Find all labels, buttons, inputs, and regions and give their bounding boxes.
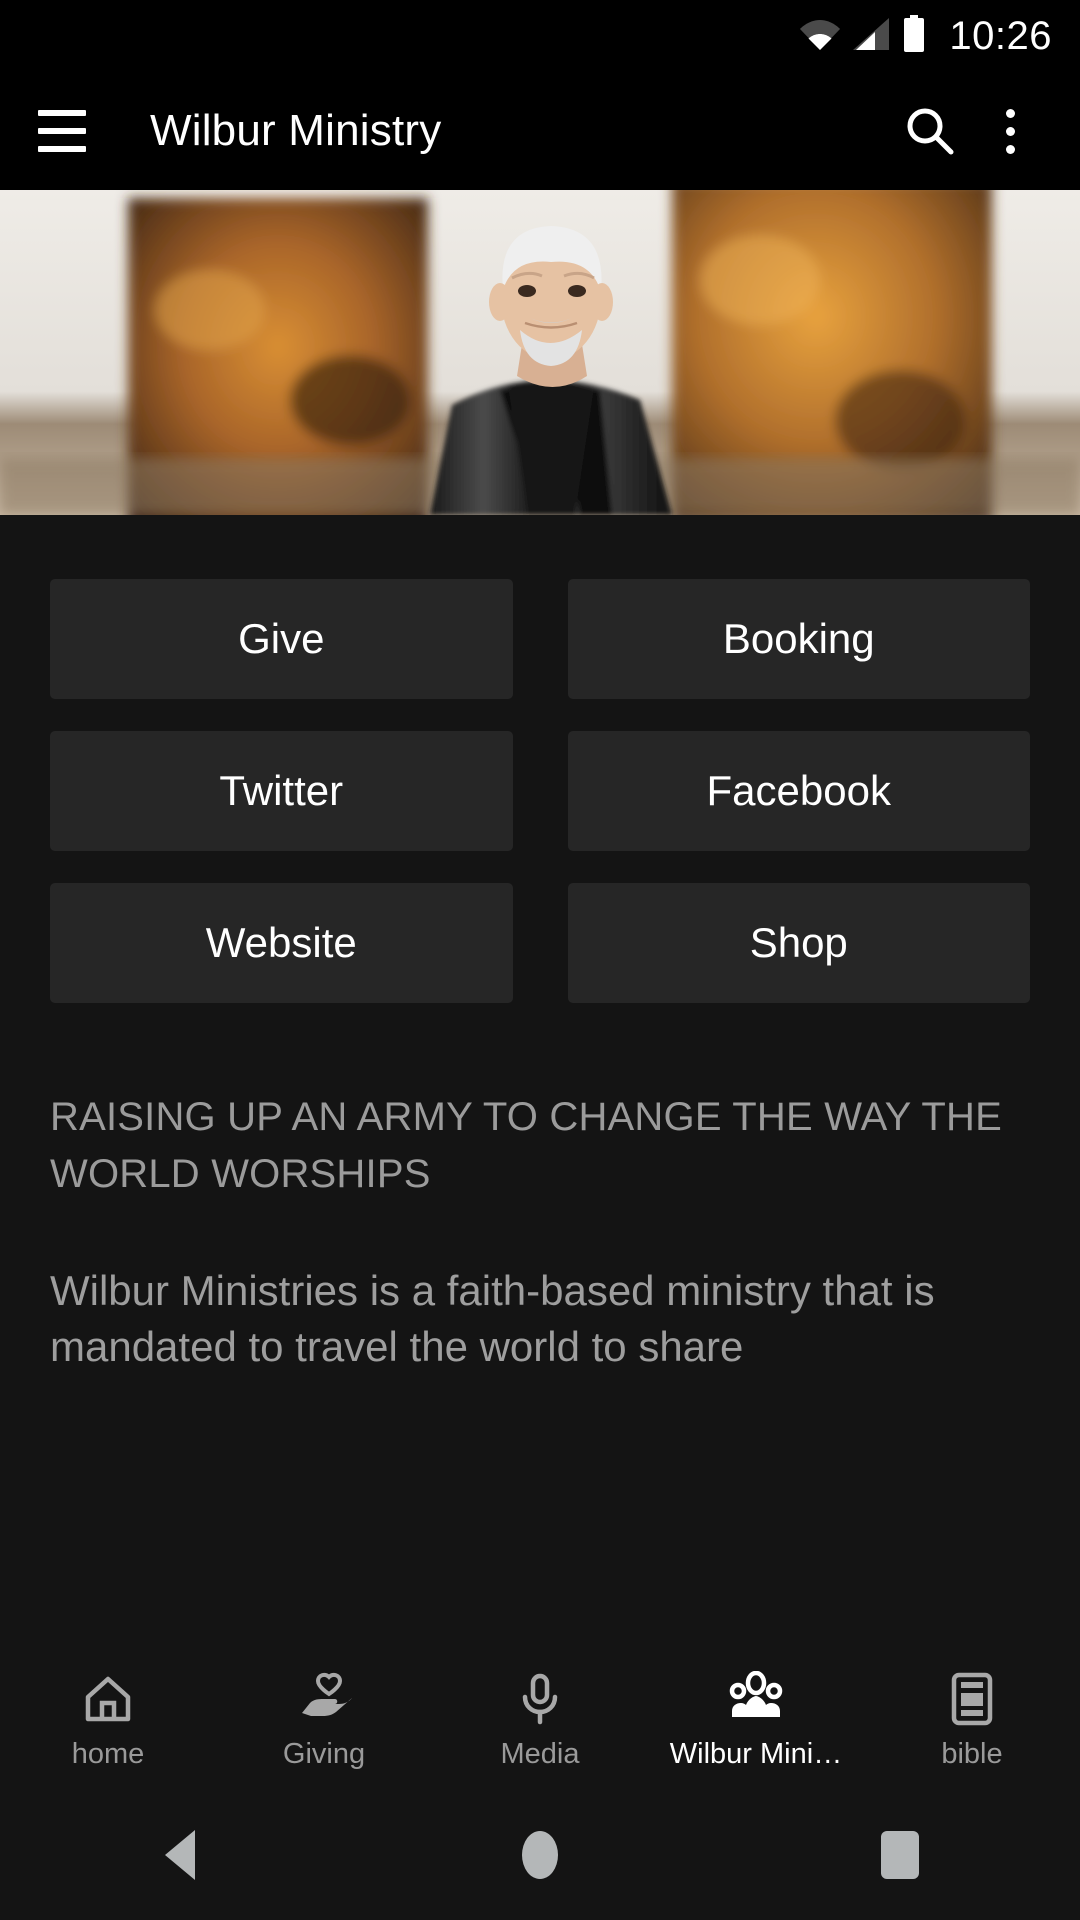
ministry-headline: RAISING UP AN ARMY TO CHANGE THE WAY THE…: [50, 1095, 1002, 1196]
facebook-button[interactable]: Facebook: [567, 731, 1030, 851]
tab-label-giving: Giving: [282, 1737, 366, 1770]
book-article-icon: [946, 1670, 998, 1728]
bottom-tab-bar: home Giving Media Wilbur Mini… bible: [0, 1650, 1080, 1790]
people-group-icon: [727, 1670, 785, 1728]
search-icon[interactable]: [890, 91, 970, 171]
page-title: Wilbur Ministry: [150, 106, 442, 155]
tab-home[interactable]: home: [0, 1670, 216, 1771]
website-button[interactable]: Website: [50, 883, 513, 1003]
wifi-icon: [799, 17, 841, 56]
shop-button[interactable]: Shop: [567, 883, 1030, 1003]
back-triangle-icon[interactable]: [110, 1790, 250, 1920]
cellular-signal-icon: [851, 17, 891, 56]
give-button[interactable]: Give: [50, 579, 513, 699]
quick-links-grid: Give Booking Twitter Facebook Website Sh…: [50, 515, 1030, 1003]
tab-media[interactable]: Media: [432, 1670, 648, 1771]
microphone-icon: [512, 1670, 568, 1728]
tab-wilbur-ministry[interactable]: Wilbur Mini…: [648, 1670, 864, 1771]
app-bar: Wilbur Ministry: [0, 72, 1080, 190]
home-icon: [80, 1670, 136, 1728]
twitter-button[interactable]: Twitter: [50, 731, 513, 851]
main-content: Give Booking Twitter Facebook Website Sh…: [0, 515, 1080, 1375]
hand-heart-icon: [296, 1670, 352, 1728]
tab-label-bible: bible: [941, 1737, 1003, 1770]
status-bar: 10:26: [0, 0, 1080, 72]
tab-giving[interactable]: Giving: [216, 1670, 432, 1771]
ministry-description: Wilbur Ministries is a faith-based minis…: [50, 1266, 935, 1370]
app-screen: 10:26 Wilbur Ministry Give Booking Twitt…: [0, 0, 1080, 1920]
home-circle-icon[interactable]: [470, 1790, 610, 1920]
system-navigation-bar: [0, 1790, 1080, 1920]
hero-image: [0, 190, 1080, 515]
hamburger-menu-icon[interactable]: [30, 99, 94, 163]
tab-label-wilbur-ministry: Wilbur Mini…: [669, 1737, 843, 1770]
tab-label-home: home: [71, 1737, 145, 1770]
overflow-menu-icon[interactable]: [970, 91, 1050, 171]
status-bar-clock: 10:26: [949, 14, 1052, 58]
recents-square-icon[interactable]: [830, 1790, 970, 1920]
booking-button[interactable]: Booking: [567, 579, 1030, 699]
tab-label-media: Media: [500, 1737, 580, 1770]
tab-bible[interactable]: bible: [864, 1670, 1080, 1771]
battery-icon: [901, 14, 927, 58]
